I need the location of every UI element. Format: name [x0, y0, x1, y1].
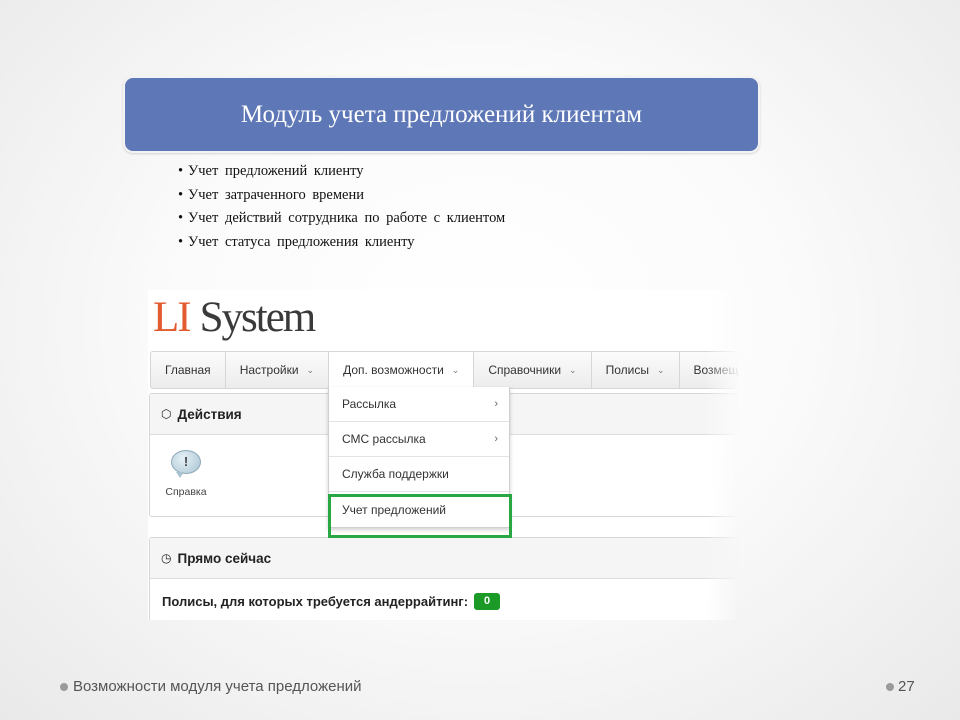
main-nav: Главная Настройки ⌄ Доп. возможности ⌄ Спр… — [150, 351, 740, 389]
slide-footer: Возможности модуля учета предложений — [60, 678, 362, 695]
bullet-item: • Учет статуса предложения клиенту — [178, 233, 415, 250]
chevron-right-icon: › — [494, 398, 498, 410]
help-tile[interactable]: ! Справка — [160, 450, 212, 498]
underwriting-row: Полисы, для которых требуется андеррайти… — [162, 593, 501, 610]
nav-directories[interactable]: Справочники ⌄ — [474, 352, 592, 388]
bullet-item: • Учет предложений клиенту — [178, 163, 364, 179]
page-number: 27 — [886, 678, 915, 695]
slide-title-box: Модуль учета предложений клиентам — [123, 76, 760, 153]
help-tile-label: Справка — [165, 486, 207, 498]
chevron-down-icon: ⌄ — [451, 364, 460, 375]
slide-title: Модуль учета предложений клиентам — [240, 100, 643, 128]
footer-text: Возможности модуля учета предложений — [73, 678, 362, 695]
count-badge: 0 — [474, 593, 501, 610]
nav-home[interactable]: Главная — [151, 352, 226, 388]
bullet-item: • Учет затраченного времени — [178, 186, 364, 203]
nav-policies[interactable]: Полисы ⌄ — [592, 352, 680, 388]
chevron-down-icon: ⌄ — [306, 364, 315, 375]
bullet-list: • Учет предложений клиенту • Учет затрачен… — [178, 160, 505, 254]
nav-settings[interactable]: Настройки ⌄ — [226, 352, 330, 388]
chevron-down-icon: ⌄ — [656, 364, 665, 375]
clock-icon: ◷ — [161, 551, 172, 565]
chevron-right-icon: › — [494, 433, 498, 445]
menu-item-support[interactable]: Служба поддержки — [329, 457, 509, 492]
app-screenshot: LI System Главная Настройки ⌄ Доп. возможн… — [148, 290, 740, 620]
nav-extras[interactable]: Доп. возможности ⌄ — [329, 352, 475, 388]
bullet-item: • Учет действий сотрудника по работе с кл… — [178, 210, 506, 226]
highlight-frame — [328, 494, 512, 538]
footer-bullet-icon — [60, 682, 68, 691]
chevron-down-icon: ⌄ — [569, 364, 577, 375]
cube-icon: ⬡ — [161, 407, 172, 421]
menu-item-mailing[interactable]: Рассылка › — [329, 387, 509, 422]
app-logo: LI System — [153, 294, 316, 341]
nav-refunds[interactable]: Возмещ — [680, 352, 741, 388]
now-panel: ◷ Прямо сейчас Полисы, для которых требу… — [149, 537, 740, 620]
menu-item-sms-mailing[interactable]: СМС рассылка › — [329, 422, 509, 457]
help-bubble-icon: ! — [171, 450, 201, 478]
page-bullet-icon — [886, 682, 894, 691]
now-panel-header: ◷ Прямо сейчас — [150, 538, 740, 579]
